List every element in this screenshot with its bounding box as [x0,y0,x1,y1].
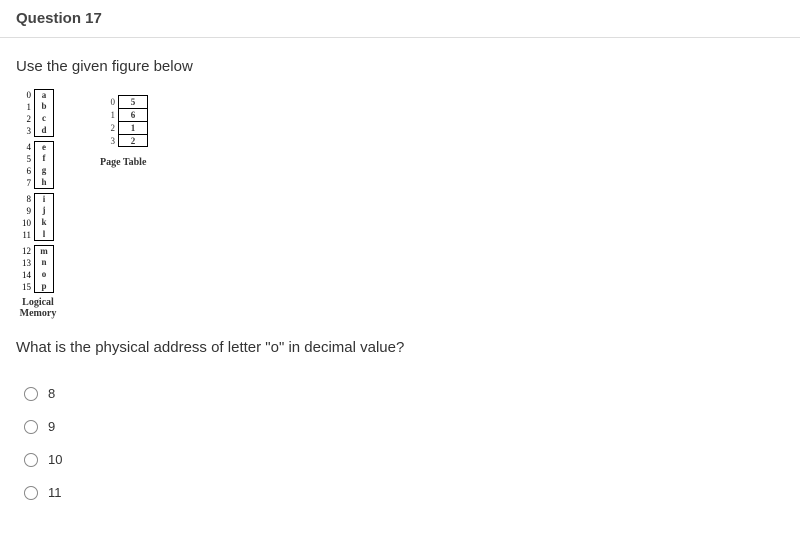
answer-option[interactable]: 8 [24,386,784,401]
option-label: 8 [48,386,55,401]
page-table-index: 2 [100,123,118,133]
memory-cell: a [34,89,54,101]
memory-group: 8i9j10k11l [16,193,54,241]
memory-cell: h [34,177,54,189]
memory-cell: e [34,141,54,153]
memory-cell: l [34,229,54,241]
memory-row: 12m [16,245,54,257]
memory-row: 10k [16,217,54,229]
memory-index: 5 [16,154,34,164]
page-table-row: 16 [100,108,148,121]
page-table-index: 3 [100,136,118,146]
page-table-cell: 6 [118,108,148,121]
memory-index: 9 [16,206,34,216]
memory-cell: i [34,193,54,205]
memory-cell: c [34,113,54,125]
memory-row: 1b [16,101,54,113]
page-table-row: 05 [100,95,148,108]
memory-cell: n [34,257,54,269]
radio-icon[interactable] [24,453,38,467]
memory-row: 2c [16,113,54,125]
memory-row: 15p [16,281,54,293]
memory-index: 1 [16,102,34,112]
memory-index: 7 [16,178,34,188]
memory-index: 6 [16,166,34,176]
memory-index: 12 [16,246,34,256]
radio-icon[interactable] [24,420,38,434]
memory-index: 3 [16,126,34,136]
answer-option[interactable]: 9 [24,419,784,434]
option-label: 9 [48,419,55,434]
page-table-cell: 1 [118,121,148,134]
memory-row: 9j [16,205,54,217]
page-table-row: 32 [100,134,148,147]
memory-index: 0 [16,90,34,100]
page-table-cell: 2 [118,134,148,147]
memory-group: 0a1b2c3d [16,89,54,137]
question-header: Question 17 [0,0,800,38]
logical-memory-groups: 0a1b2c3d4e5f6g7h8i9j10k11l12m13n14o15p [16,89,54,293]
logical-memory-label: LogicalMemory [16,297,60,319]
memory-index: 2 [16,114,34,124]
page-table-cell: 5 [118,95,148,108]
memory-row: 14o [16,269,54,281]
page-table-row: 21 [100,121,148,134]
memory-group: 4e5f6g7h [16,141,54,189]
memory-row: 11l [16,229,54,241]
option-label: 11 [48,485,62,500]
page-table-index: 1 [100,110,118,120]
memory-index: 8 [16,194,34,204]
memory-cell: m [34,245,54,257]
radio-icon[interactable] [24,486,38,500]
memory-cell: g [34,165,54,177]
memory-index: 4 [16,142,34,152]
memory-index: 13 [16,258,34,268]
memory-cell: j [34,205,54,217]
memory-row: 4e [16,141,54,153]
memory-row: 0a [16,89,54,101]
memory-index: 14 [16,270,34,280]
page-table-block: 05162132 Page Table [100,95,148,168]
instruction-text: Use the given figure below [16,58,784,75]
answer-option[interactable]: 11 [24,485,784,500]
memory-row: 7h [16,177,54,189]
answer-option[interactable]: 10 [24,452,784,467]
memory-cell: d [34,125,54,137]
page-table-label: Page Table [100,157,146,168]
memory-row: 6g [16,165,54,177]
question-text: What is the physical address of letter "… [16,339,784,356]
memory-cell: o [34,269,54,281]
option-label: 10 [48,452,62,467]
memory-index: 10 [16,218,34,228]
memory-row: 3d [16,125,54,137]
memory-cell: k [34,217,54,229]
question-content: Use the given figure below 0a1b2c3d4e5f6… [0,38,800,510]
page-table-rows: 05162132 [100,95,148,147]
memory-row: 13n [16,257,54,269]
memory-cell: f [34,153,54,165]
logical-memory-block: 0a1b2c3d4e5f6g7h8i9j10k11l12m13n14o15p L… [16,89,60,319]
memory-index: 11 [16,230,34,240]
radio-icon[interactable] [24,387,38,401]
question-title: Question 17 [16,10,102,27]
memory-index: 15 [16,282,34,292]
answer-options: 8 9 10 11 [16,386,784,500]
memory-cell: p [34,281,54,293]
memory-group: 12m13n14o15p [16,245,54,293]
memory-row: 5f [16,153,54,165]
page-table-index: 0 [100,97,118,107]
memory-row: 8i [16,193,54,205]
memory-cell: b [34,101,54,113]
figure-area: 0a1b2c3d4e5f6g7h8i9j10k11l12m13n14o15p L… [16,89,784,319]
